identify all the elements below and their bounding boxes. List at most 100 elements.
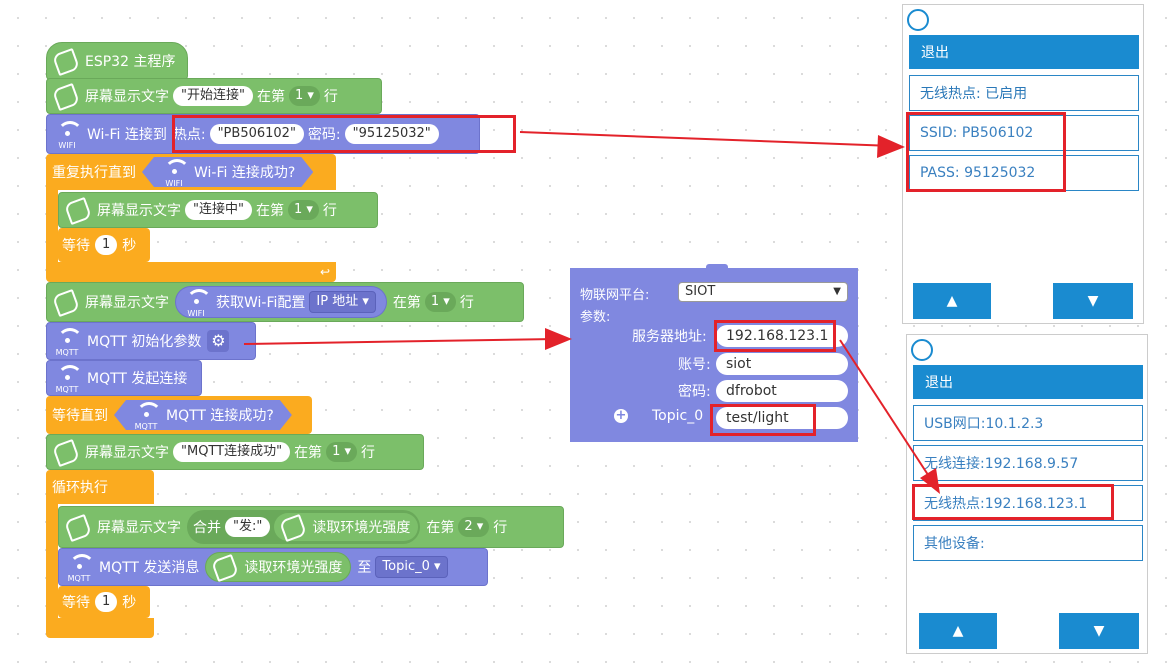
arrow-mqtt-to-popup bbox=[243, 338, 557, 345]
down-button[interactable]: ▼ bbox=[1059, 613, 1139, 649]
row-suffix: 行 bbox=[361, 445, 376, 461]
exit-label: 退出 bbox=[925, 375, 953, 391]
row-dropdown[interactable]: 1 ▾ bbox=[326, 442, 358, 462]
get-config-label: 获取Wi-Fi配置 bbox=[216, 295, 306, 311]
exit-button[interactable]: 退出 bbox=[913, 365, 1143, 399]
repeat-until-footer: ↩ bbox=[46, 262, 336, 282]
platform-value: SIOT bbox=[685, 284, 716, 299]
row-dropdown[interactable]: 1 ▾ bbox=[288, 86, 320, 106]
prefix-input[interactable]: "发:" bbox=[225, 517, 271, 537]
highlight-ssid-pass bbox=[906, 112, 1066, 192]
sensor-label: 读取环境光强度 bbox=[244, 560, 343, 576]
hand-icon bbox=[65, 198, 91, 222]
row-prefix: 在第 bbox=[392, 295, 421, 311]
display-text-block[interactable]: 屏幕显示文字 "MQTT连接成功" 在第 1 ▾ 行 bbox=[46, 434, 424, 470]
display-text-block[interactable]: 屏幕显示文字 "开始连接" 在第 1 ▾ 行 bbox=[46, 78, 382, 114]
repeat-until-block[interactable]: 重复执行直到 WIFI Wi-Fi 连接成功? bbox=[46, 154, 336, 190]
other-devices-item[interactable]: 其他设备: bbox=[913, 525, 1143, 561]
exit-label: 退出 bbox=[921, 45, 949, 61]
block-label: 屏幕显示文字 bbox=[97, 520, 181, 536]
mqtt-init-block[interactable]: MQTT MQTT 初始化参数 ⚙ bbox=[46, 322, 256, 360]
mqtt-icon: MQTT bbox=[53, 326, 83, 357]
row-value: 1 bbox=[430, 294, 440, 309]
item-label: 其他设备: bbox=[924, 536, 985, 552]
read-light-block[interactable]: 读取环境光强度 bbox=[205, 552, 352, 582]
wifi-connected-condition[interactable]: WIFI Wi-Fi 连接成功? bbox=[142, 157, 313, 187]
row-dropdown[interactable]: 1 ▾ bbox=[287, 200, 319, 220]
row-prefix: 在第 bbox=[294, 445, 323, 461]
down-button[interactable]: ▼ bbox=[1053, 283, 1133, 319]
loop-footer bbox=[46, 618, 154, 638]
row-prefix: 在第 bbox=[255, 203, 284, 219]
row-value: 1 bbox=[332, 444, 341, 459]
display-text-block[interactable]: 屏幕显示文字 WIFI 获取Wi-Fi配置 IP 地址 ▾ 在第 1 ▾ 行 bbox=[46, 282, 524, 322]
wait-block[interactable]: 等待 1 秒 bbox=[58, 586, 150, 618]
display-text-block[interactable]: 屏幕显示文字 合并 "发:" 读取环境光强度 在第 2 ▾ 行 bbox=[58, 506, 564, 548]
wireless-connection-item[interactable]: 无线连接:192.168.9.57 bbox=[913, 445, 1143, 481]
row-value: 2 bbox=[464, 519, 473, 534]
gear-icon[interactable]: ⚙ bbox=[207, 330, 230, 352]
wait-until-block[interactable]: 等待直到 MQTT MQTT 连接成功? bbox=[46, 396, 312, 434]
unit-label: 秒 bbox=[122, 595, 137, 611]
mqtt-connected-condition[interactable]: MQTT MQTT 连接成功? bbox=[114, 400, 292, 430]
forever-loop-block[interactable]: 循环执行 bbox=[46, 470, 154, 504]
block-label: MQTT 发起连接 bbox=[87, 371, 188, 387]
account-label: 账号: bbox=[678, 357, 711, 373]
block-label: 等待 bbox=[62, 595, 90, 611]
logo-icon bbox=[911, 339, 933, 361]
sensor-label: 读取环境光强度 bbox=[312, 520, 411, 536]
get-wifi-config-block[interactable]: WIFI 获取Wi-Fi配置 IP 地址 ▾ bbox=[175, 286, 387, 318]
block-label: 等待直到 bbox=[52, 408, 108, 424]
topic-label: Topic_0 bbox=[652, 408, 704, 424]
block-label: 屏幕显示文字 bbox=[97, 203, 181, 219]
highlight-server-address bbox=[714, 320, 836, 352]
row-dropdown[interactable]: 2 ▾ bbox=[458, 517, 490, 537]
mqtt-connect-block[interactable]: MQTT MQTT 发起连接 bbox=[46, 360, 202, 396]
main-program-hat-block[interactable]: ESP32 主程序 bbox=[46, 42, 188, 80]
platform-label: 物联网平台: bbox=[580, 288, 650, 303]
display-text-block[interactable]: 屏幕显示文字 "连接中" 在第 1 ▾ 行 bbox=[58, 192, 378, 228]
unit-label: 秒 bbox=[122, 238, 137, 254]
password-input[interactable]: dfrobot bbox=[716, 380, 848, 402]
join-label: 合并 bbox=[193, 520, 221, 536]
topic-value: Topic_0 bbox=[382, 559, 430, 574]
row-suffix: 行 bbox=[493, 520, 508, 536]
hand-icon bbox=[53, 84, 79, 108]
block-label: Wi-Fi 连接到 bbox=[87, 127, 167, 143]
text-input[interactable]: "MQTT连接成功" bbox=[173, 442, 291, 462]
loop-arm bbox=[46, 504, 58, 620]
seconds-input[interactable]: 1 bbox=[95, 592, 118, 612]
hat-label: ESP32 主程序 bbox=[85, 54, 176, 70]
wifi-icon: WIFI bbox=[160, 157, 188, 187]
mqtt-send-block[interactable]: MQTT MQTT 发送消息 读取环境光强度 至 Topic_0 ▾ bbox=[58, 548, 488, 586]
join-block[interactable]: 合并 "发:" 读取环境光强度 bbox=[187, 510, 421, 544]
condition-label: Wi-Fi 连接成功? bbox=[194, 165, 296, 181]
chevron-down-icon: ▼ bbox=[833, 286, 841, 297]
logo-icon bbox=[907, 9, 929, 31]
row-dropdown[interactable]: 1 ▾ bbox=[424, 292, 456, 312]
up-button[interactable]: ▲ bbox=[919, 613, 997, 649]
hand-icon bbox=[53, 440, 79, 464]
text-input[interactable]: "开始连接" bbox=[173, 86, 253, 106]
text-input[interactable]: "连接中" bbox=[185, 200, 252, 220]
arrowhead bbox=[545, 328, 572, 350]
add-topic-icon[interactable]: + bbox=[614, 409, 628, 423]
row-value: 1 bbox=[293, 202, 303, 217]
up-button[interactable]: ▲ bbox=[913, 283, 991, 319]
hand-icon bbox=[53, 290, 79, 314]
block-label: 等待 bbox=[62, 238, 90, 254]
read-light-block[interactable]: 读取环境光强度 bbox=[274, 513, 419, 541]
platform-select[interactable]: SIOT ▼ bbox=[678, 282, 848, 302]
up-arrow-icon: ▲ bbox=[952, 623, 964, 639]
wait-block[interactable]: 等待 1 秒 bbox=[58, 228, 150, 262]
config-dropdown[interactable]: IP 地址 ▾ bbox=[309, 291, 376, 313]
seconds-input[interactable]: 1 bbox=[95, 235, 118, 255]
usb-port-item[interactable]: USB网口:10.1.2.3 bbox=[913, 405, 1143, 441]
block-label: MQTT 发送消息 bbox=[99, 560, 200, 576]
exit-button[interactable]: 退出 bbox=[909, 35, 1139, 69]
mqtt-icon: MQTT bbox=[65, 552, 95, 583]
item-label: 无线热点: 已启用 bbox=[920, 86, 1028, 102]
account-input[interactable]: siot bbox=[716, 353, 848, 375]
hotspot-status-item[interactable]: 无线热点: 已启用 bbox=[909, 75, 1139, 111]
topic-dropdown[interactable]: Topic_0 ▾ bbox=[375, 556, 448, 578]
